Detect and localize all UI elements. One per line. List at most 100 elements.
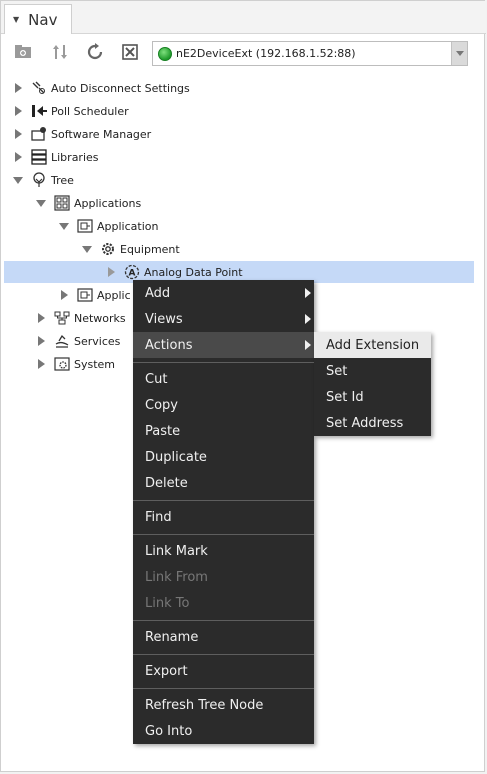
applications-icon <box>54 195 70 211</box>
menu-item-label: Export <box>145 663 188 679</box>
menu-item-link-from: Link From <box>133 564 314 590</box>
tab-bar: ▼ Nav <box>1 1 486 34</box>
sort-icon[interactable] <box>48 40 72 64</box>
expand-down-icon[interactable] <box>82 243 92 255</box>
device-label: nE2DeviceExt (192.168.1.52:88) <box>176 47 356 60</box>
caret-down-icon[interactable]: ▼ <box>13 15 19 24</box>
menu-separator <box>133 362 314 363</box>
menu-item-go-into[interactable]: Go Into <box>133 718 314 744</box>
tree-item-equipment[interactable]: Equipment <box>1 238 486 260</box>
menu-item-views[interactable]: Views <box>133 306 314 332</box>
menu-item-label: Refresh Tree Node <box>145 697 264 713</box>
menu-item-label: Link Mark <box>145 543 208 559</box>
services-icon <box>54 333 70 349</box>
library-icon <box>31 149 47 165</box>
tree-item-label: Applications <box>74 196 142 210</box>
menu-item-find[interactable]: Find <box>133 504 314 530</box>
menu-item-paste[interactable]: Paste <box>133 418 314 444</box>
menu-item-add[interactable]: Add <box>133 280 314 306</box>
menu-item-copy[interactable]: Copy <box>133 392 314 418</box>
expand-right-icon[interactable] <box>36 358 46 370</box>
refresh-icon[interactable] <box>83 40 107 64</box>
submenu-item-add-extension[interactable]: Add Extension <box>314 332 431 358</box>
actions-submenu: Add Extension Set Set Id Set Address <box>314 332 431 436</box>
expand-down-icon[interactable] <box>36 197 46 209</box>
tree-item-label: Equipment <box>120 242 180 256</box>
device-select[interactable]: nE2DeviceExt (192.168.1.52:88) <box>152 41 468 66</box>
menu-separator <box>133 534 314 535</box>
panel-title: Nav <box>28 10 58 29</box>
tree-item-poll-scheduler[interactable]: Poll Scheduler <box>1 100 486 122</box>
menu-item-label: Copy <box>145 397 178 413</box>
menu-item-label: Go Into <box>145 723 193 739</box>
expand-right-icon[interactable] <box>59 289 69 301</box>
submenu-arrow-icon <box>305 288 311 298</box>
toolbar: nE2DeviceExt (192.168.1.52:88) <box>1 35 486 71</box>
expand-down-icon[interactable] <box>59 220 69 232</box>
system-icon <box>54 356 70 372</box>
expand-right-icon[interactable] <box>36 312 46 324</box>
gear-icon <box>100 241 116 257</box>
menu-item-refresh-tree-node[interactable]: Refresh Tree Node <box>133 692 314 718</box>
menu-separator <box>133 654 314 655</box>
menu-separator <box>133 688 314 689</box>
application-icon <box>77 287 93 303</box>
menu-item-label: Paste <box>145 423 181 439</box>
tree-item-auto-disconnect[interactable]: Auto Disconnect Settings <box>1 77 486 99</box>
menu-item-export[interactable]: Export <box>133 658 314 684</box>
menu-item-link-mark[interactable]: Link Mark <box>133 538 314 564</box>
submenu-item-set-id[interactable]: Set Id <box>314 384 431 410</box>
expand-right-icon[interactable] <box>13 82 23 94</box>
tree-item-label: Application <box>97 219 159 233</box>
menu-item-duplicate[interactable]: Duplicate <box>133 444 314 470</box>
expand-right-icon[interactable] <box>13 151 23 163</box>
connected-status-icon <box>158 46 172 61</box>
submenu-item-set-address[interactable]: Set Address <box>314 410 431 436</box>
tree-icon <box>31 172 47 188</box>
plug-icon <box>31 80 47 96</box>
menu-item-label: Cut <box>145 371 168 387</box>
analog-point-icon: A <box>124 264 140 280</box>
menu-item-label: Rename <box>145 629 199 645</box>
tree-item-label: Tree <box>51 173 74 187</box>
menu-item-label: Find <box>145 509 172 525</box>
tree-item-applications[interactable]: Applications <box>1 192 486 214</box>
submenu-item-set[interactable]: Set <box>314 358 431 384</box>
submenu-item-label: Add Extension <box>326 337 420 353</box>
menu-item-label: Actions <box>145 337 193 353</box>
svg-text:A: A <box>129 269 136 279</box>
menu-item-link-to: Link To <box>133 590 314 616</box>
tree-item-libraries[interactable]: Libraries <box>1 146 486 168</box>
submenu-arrow-icon <box>305 340 311 350</box>
close-box-icon[interactable] <box>118 40 142 64</box>
tree-item-application[interactable]: Application <box>1 215 486 237</box>
tree-item-label: Services <box>74 334 121 348</box>
menu-separator <box>133 500 314 501</box>
tree-item-label: Libraries <box>51 150 99 164</box>
menu-item-actions[interactable]: Actions <box>133 332 314 358</box>
expand-down-icon[interactable] <box>13 174 23 186</box>
menu-item-rename[interactable]: Rename <box>133 624 314 650</box>
expand-right-icon[interactable] <box>106 266 116 278</box>
tree-item-tree[interactable]: Tree <box>1 169 486 191</box>
menu-item-delete[interactable]: Delete <box>133 470 314 496</box>
tree-item-label: Networks <box>74 311 126 325</box>
chevron-down-icon[interactable] <box>451 42 467 65</box>
new-folder-icon[interactable] <box>11 40 35 64</box>
menu-item-label: Duplicate <box>145 449 207 465</box>
expand-right-icon[interactable] <box>36 335 46 347</box>
tree-item-software-manager[interactable]: Software Manager <box>1 123 486 145</box>
expand-right-icon[interactable] <box>13 128 23 140</box>
menu-item-label: Link To <box>145 595 190 611</box>
network-icon <box>54 310 70 326</box>
menu-item-label: Delete <box>145 475 188 491</box>
context-menu: Add Views Actions Cut Copy Paste Duplica… <box>133 280 314 744</box>
menu-item-label: Link From <box>145 569 208 585</box>
menu-item-cut[interactable]: Cut <box>133 366 314 392</box>
menu-item-label: Add <box>145 285 171 301</box>
submenu-arrow-icon <box>305 314 311 324</box>
expand-right-icon[interactable] <box>13 105 23 117</box>
tree-item-label: System <box>74 357 116 371</box>
tab-nav[interactable]: ▼ Nav <box>4 4 72 34</box>
tree-item-label: Applic <box>97 288 131 302</box>
